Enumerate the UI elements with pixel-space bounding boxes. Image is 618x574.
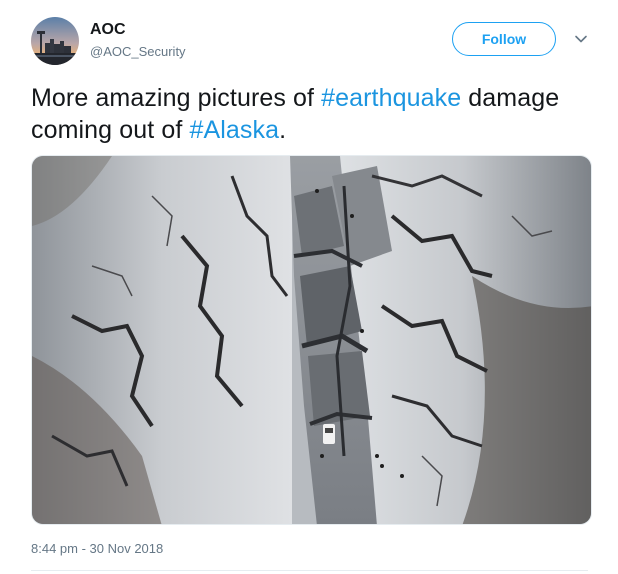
hashtag-alaska-link[interactable]: #Alaska [189,116,279,144]
tweet-card: AOC @AOC_Security Follow More amazing pi… [0,0,618,574]
divider [31,570,588,571]
tweet-timestamp[interactable]: 8:44 pm - 30 Nov 2018 [31,540,163,558]
tweet-photo[interactable] [31,155,592,525]
avatar[interactable] [31,17,79,65]
display-name[interactable]: AOC [90,20,186,40]
tweet-header: AOC @AOC_Security Follow [31,16,588,68]
tweet-text: More amazing pictures of #earthquake dam… [31,82,591,146]
user-handle[interactable]: @AOC_Security [90,43,186,61]
earthquake-damage-photo [32,156,591,524]
tweet-text-part: . [279,116,287,144]
hashtag-earthquake-link[interactable]: #earthquake [321,84,461,112]
chevron-down-icon[interactable] [572,30,590,48]
user-names: AOC @AOC_Security [90,20,186,61]
tweet-text-part: More amazing pictures of [31,84,322,112]
city-skyline-avatar-icon [31,17,79,65]
follow-button[interactable]: Follow [452,22,556,56]
